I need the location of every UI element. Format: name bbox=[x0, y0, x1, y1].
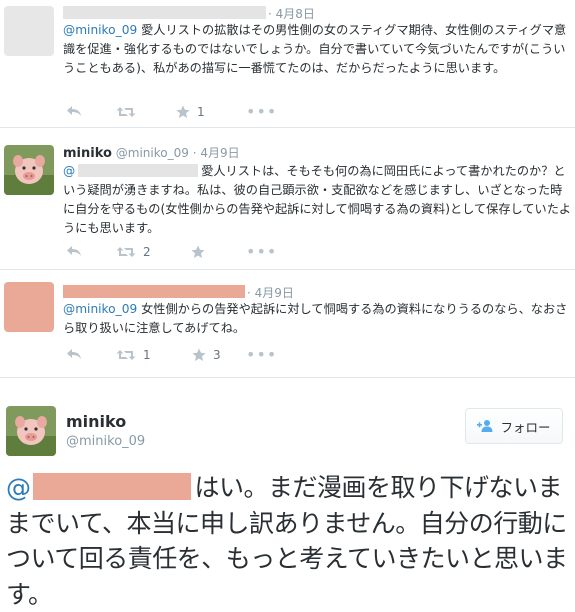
favorite-count: 3 bbox=[213, 348, 221, 362]
mention-link[interactable]: @ bbox=[63, 164, 75, 178]
favorite-icon bbox=[192, 348, 206, 361]
reply-icon bbox=[67, 106, 81, 116]
favorite-button[interactable] bbox=[191, 245, 212, 259]
tweet-date[interactable]: 4月9日 bbox=[200, 146, 239, 160]
mention-link[interactable]: @miniko_09 bbox=[63, 302, 137, 316]
retweet-button[interactable] bbox=[116, 105, 143, 119]
redacted-username bbox=[63, 285, 245, 298]
tweet-body-text: 愛人リストの拡散はその男性側の女のスティグマ期待、女性側のスティグマ意識を促進・… bbox=[63, 23, 567, 75]
reply-icon bbox=[67, 246, 81, 256]
tweet-text: @miniko_09 女性側からの告発や起訴に対して恫喝する為の資料になりうるの… bbox=[63, 300, 573, 338]
conversation-thread: · 4月8日 @miniko_09 愛人リストの拡散はその男性側の女のスティグマ… bbox=[0, 0, 575, 378]
favorite-button[interactable]: 1 bbox=[176, 105, 205, 119]
redacted-username bbox=[63, 6, 266, 19]
retweet-count: 2 bbox=[143, 245, 151, 259]
retweet-button[interactable]: 2 bbox=[116, 245, 151, 259]
redacted-mention bbox=[78, 164, 199, 177]
avatar-redacted[interactable] bbox=[4, 282, 54, 332]
retweet-icon bbox=[116, 247, 136, 257]
user-handle[interactable]: @miniko_09 bbox=[116, 146, 189, 160]
tweet-date[interactable]: · 4月8日 bbox=[268, 5, 315, 22]
retweet-count: 1 bbox=[143, 348, 151, 362]
favorite-count: 1 bbox=[197, 105, 205, 119]
follow-label: フォロー bbox=[500, 419, 551, 435]
user-handle[interactable]: @miniko_09 bbox=[66, 434, 145, 449]
tweet-1[interactable]: · 4月8日 @miniko_09 愛人リストの拡散はその男性側の女のスティグマ… bbox=[0, 0, 575, 128]
favorite-icon bbox=[191, 245, 205, 258]
avatar-redacted[interactable] bbox=[4, 6, 54, 56]
tweet-2[interactable]: miniko @miniko_09 · 4月9日 @ 愛人リストは、そもそも何の為… bbox=[0, 128, 575, 270]
follow-button[interactable]: フォロー bbox=[465, 408, 563, 444]
tweet-date[interactable]: · 4月9日 bbox=[247, 284, 294, 301]
favorite-icon bbox=[176, 105, 190, 118]
more-icon[interactable]: ••• bbox=[246, 347, 277, 363]
mention-link[interactable]: @miniko_09 bbox=[63, 23, 137, 37]
main-tweet-text: @ はい。まだ漫画を取り下げないままでいて、本当に申し訳ありません。自分の行動につ… bbox=[6, 470, 571, 612]
tweet-text: @ 愛人リストは、そもそも何の為に岡田氏によって書かれたのか？という疑問が湧きます… bbox=[63, 162, 573, 238]
retweet-icon bbox=[116, 350, 136, 360]
reply-button[interactable] bbox=[66, 348, 82, 360]
redacted-mention bbox=[32, 473, 191, 500]
avatar-miniko-large[interactable] bbox=[6, 406, 56, 456]
avatar-miniko[interactable] bbox=[4, 145, 54, 195]
retweet-icon bbox=[116, 107, 136, 117]
display-name[interactable]: miniko bbox=[63, 146, 112, 161]
more-icon[interactable]: ••• bbox=[246, 244, 277, 260]
main-tweet: miniko @miniko_09 フォロー @ はい。まだ漫画を取り下げないまま… bbox=[0, 378, 575, 609]
reply-button[interactable] bbox=[66, 245, 82, 257]
display-name[interactable]: miniko bbox=[66, 412, 126, 431]
favorite-button[interactable]: 3 bbox=[192, 348, 221, 362]
reply-icon bbox=[67, 349, 81, 359]
retweet-button[interactable]: 1 bbox=[116, 348, 151, 362]
tweet-3[interactable]: · 4月9日 @miniko_09 女性側からの告発や起訴に対して恫喝する為の資… bbox=[0, 270, 575, 378]
reply-button[interactable] bbox=[66, 105, 82, 117]
mention-link[interactable]: @ bbox=[6, 473, 31, 502]
tweet-header: miniko @miniko_09 · 4月9日 bbox=[63, 146, 240, 161]
tweet-text: @miniko_09 愛人リストの拡散はその男性側の女のスティグマ期待、女性側の… bbox=[63, 21, 573, 78]
follow-person-icon bbox=[477, 420, 493, 432]
more-icon[interactable]: ••• bbox=[246, 104, 277, 120]
tweet-body-text: 女性側からの告発や起訴に対して恫喝する為の資料になりうるのなら、なおさら取り扱い… bbox=[63, 302, 568, 335]
